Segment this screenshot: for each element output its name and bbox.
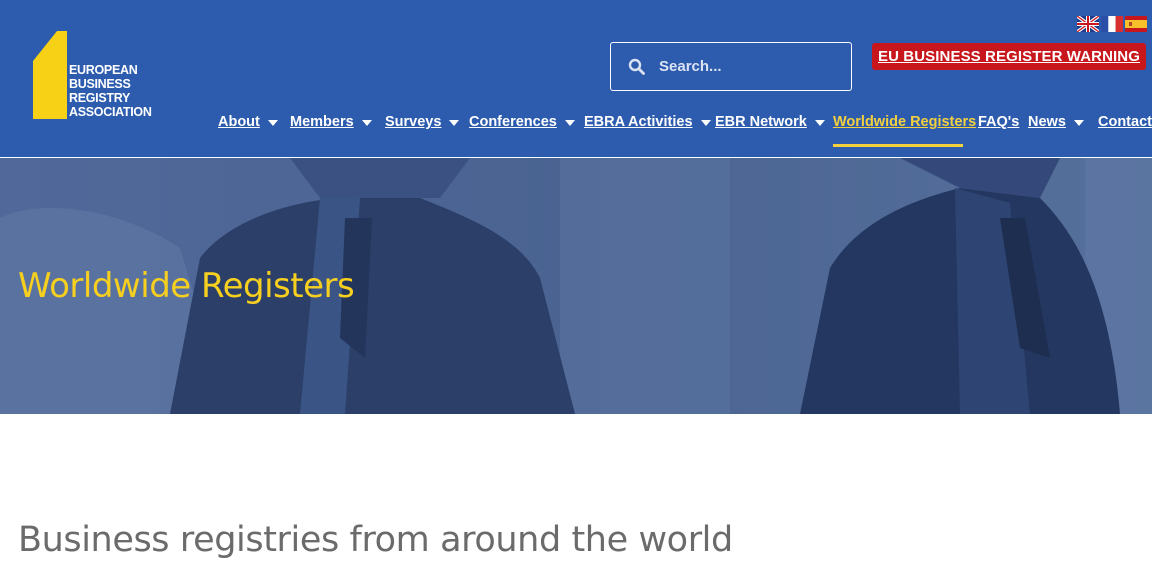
search-input[interactable] bbox=[659, 58, 839, 75]
spain-flag-icon[interactable] bbox=[1125, 16, 1147, 32]
chevron-down-icon bbox=[1073, 120, 1084, 126]
chevron-down-icon bbox=[361, 120, 372, 126]
chevron-down-icon bbox=[814, 120, 825, 126]
nav-item-label: About bbox=[218, 114, 260, 130]
logo-mark-icon bbox=[33, 31, 67, 119]
nav-item-ebra-activities[interactable]: EBRA Activities bbox=[584, 114, 711, 130]
nav-item-label: Conferences bbox=[469, 114, 557, 130]
hero-banner: Worldwide Registers bbox=[0, 158, 1152, 414]
nav-item-label: EBR Network bbox=[715, 114, 807, 130]
nav-item-label: Surveys bbox=[385, 114, 442, 130]
nav-item-label: News bbox=[1028, 114, 1066, 130]
nav-item-contact[interactable]: Contact bbox=[1098, 114, 1152, 130]
page-title: Worldwide Registers bbox=[18, 266, 355, 306]
site-logo[interactable]: EUROPEAN BUSINESS REGISTRY ASSOCIATION bbox=[33, 31, 173, 121]
uk-flag-icon[interactable] bbox=[1077, 16, 1099, 32]
nav-item-label: EBRA Activities bbox=[584, 114, 693, 130]
chevron-down-icon bbox=[700, 120, 711, 126]
eu-register-warning-button[interactable]: EU BUSINESS REGISTER WARNING bbox=[872, 43, 1146, 70]
search-icon[interactable] bbox=[628, 58, 645, 75]
chevron-down-icon bbox=[449, 120, 460, 126]
nav-item-label: Contact bbox=[1098, 114, 1152, 130]
nav-item-news[interactable]: News bbox=[1028, 114, 1084, 130]
nav-item-members[interactable]: Members bbox=[290, 114, 372, 130]
logo-line: REGISTRY bbox=[69, 91, 131, 105]
nav-item-conferences[interactable]: Conferences bbox=[469, 114, 575, 130]
logo-text: EUROPEAN BUSINESS REGISTRY ASSOCIATION bbox=[69, 63, 152, 119]
nav-item-label: FAQ's bbox=[978, 114, 1020, 130]
chevron-down-icon bbox=[267, 120, 278, 126]
chevron-down-icon bbox=[564, 120, 575, 126]
logo-line: EUROPEAN bbox=[69, 63, 138, 77]
nav-item-ebr-network[interactable]: EBR Network bbox=[715, 114, 825, 130]
search-box[interactable] bbox=[610, 42, 852, 91]
active-nav-indicator bbox=[833, 144, 963, 147]
nav-item-faqs[interactable]: FAQ's bbox=[978, 114, 1019, 130]
france-flag-icon[interactable] bbox=[1101, 16, 1123, 32]
nav-item-surveys[interactable]: Surveys bbox=[385, 114, 460, 130]
nav-item-about[interactable]: About bbox=[218, 114, 278, 130]
nav-item-label: Worldwide Registers bbox=[833, 114, 977, 130]
language-switcher bbox=[1077, 16, 1147, 32]
site-header: EUROPEAN BUSINESS REGISTRY ASSOCIATION S… bbox=[0, 0, 1152, 157]
section-heading: Business registries from around the worl… bbox=[18, 520, 733, 560]
logo-line: BUSINESS bbox=[69, 77, 131, 91]
nav-item-worldwide-registers[interactable]: Worldwide Registers bbox=[833, 114, 976, 130]
nav-item-label: Members bbox=[290, 114, 354, 130]
logo-line: ASSOCIATION bbox=[69, 105, 152, 119]
